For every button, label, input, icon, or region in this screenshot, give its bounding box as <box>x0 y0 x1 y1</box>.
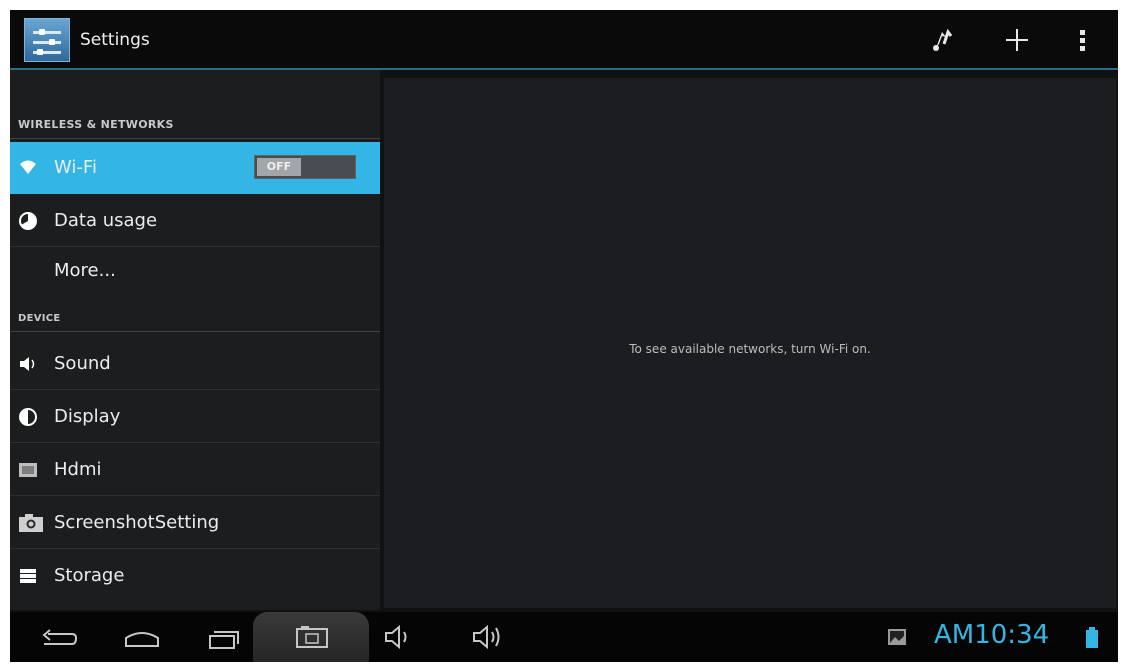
add-icon[interactable] <box>997 20 1037 60</box>
data-usage-icon <box>18 211 38 231</box>
recents-icon[interactable] <box>196 618 252 656</box>
toggle-state-label: OFF <box>257 158 301 176</box>
sidebar-item-more[interactable]: More... <box>10 248 380 300</box>
display-icon <box>18 407 38 427</box>
sidebar-item-sound[interactable]: Sound <box>10 338 380 390</box>
sidebar-item-label: Storage <box>54 565 125 586</box>
storage-icon <box>18 566 38 586</box>
back-icon[interactable] <box>30 618 86 656</box>
gallery-notification-icon[interactable] <box>882 618 912 656</box>
sidebar-item-label: Wi-Fi <box>54 157 97 178</box>
page-title: Settings <box>80 30 150 50</box>
sidebar-item-label: ScreenshotSetting <box>54 512 220 533</box>
overflow-menu-icon[interactable] <box>1062 20 1102 60</box>
wifi-off-message: To see available networks, turn Wi-Fi on… <box>629 342 871 356</box>
wifi-icon <box>18 158 38 178</box>
volume-up-icon[interactable] <box>462 618 518 656</box>
screenshot-icon[interactable] <box>283 618 339 656</box>
section-header-device: DEVICE <box>10 313 380 332</box>
sidebar-item-hdmi[interactable]: Hdmi <box>10 444 380 496</box>
action-bar: Settings <box>10 10 1118 70</box>
scan-icon[interactable] <box>922 20 962 60</box>
battery-icon <box>1080 618 1104 656</box>
sidebar-item-label: Display <box>54 406 121 427</box>
system-nav-bar: AM10:34 <box>10 612 1118 662</box>
sidebar-item-label: Hdmi <box>54 459 102 480</box>
sidebar-item-label: More... <box>54 260 116 281</box>
settings-app-icon[interactable] <box>24 18 70 62</box>
sidebar-item-label: Sound <box>54 353 111 374</box>
sidebar-item-storage[interactable]: Storage <box>10 550 380 602</box>
wifi-detail-pane: To see available networks, turn Wi-Fi on… <box>384 78 1116 608</box>
volume-down-icon[interactable] <box>374 618 430 656</box>
home-icon[interactable] <box>114 618 170 656</box>
settings-list: WIRELESS & NETWORKS Wi-Fi OFF Data usage <box>10 70 380 610</box>
sidebar-item-display[interactable]: Display <box>10 391 380 443</box>
sidebar-item-screenshot-setting[interactable]: ScreenshotSetting <box>10 497 380 549</box>
sidebar-item-wifi[interactable]: Wi-Fi OFF <box>10 142 380 194</box>
sound-icon <box>18 354 38 374</box>
tablet-screen: Settings WIRELESS & NETWORKS Wi-Fi OFF D… <box>10 10 1118 662</box>
clock: AM10:34 <box>934 620 1050 650</box>
section-header-wireless: WIRELESS & NETWORKS <box>10 118 380 139</box>
wifi-toggle[interactable]: OFF <box>254 155 356 179</box>
screenshot-icon <box>18 513 44 533</box>
sidebar-item-label: Data usage <box>54 210 158 231</box>
hdmi-icon <box>18 460 38 480</box>
sidebar-item-data-usage[interactable]: Data usage <box>10 195 380 247</box>
